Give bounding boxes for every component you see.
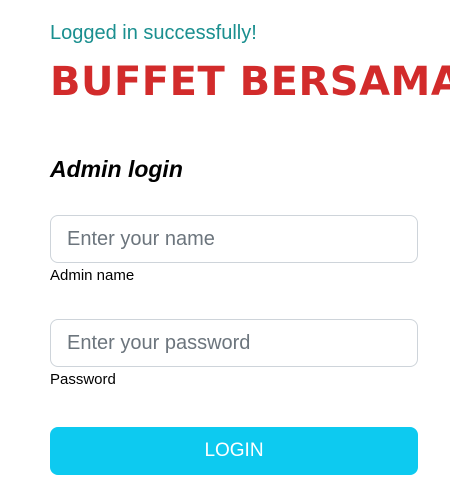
form-title: Admin login: [50, 156, 183, 182]
password-label: Password: [50, 371, 116, 388]
password-input[interactable]: [50, 319, 418, 367]
password-group: Password: [50, 319, 418, 389]
admin-name-input[interactable]: [50, 215, 418, 263]
success-message: Logged in successfully!: [50, 22, 257, 44]
admin-name-group: Admin name: [50, 215, 418, 285]
admin-name-label: Admin name: [50, 267, 135, 284]
login-button[interactable]: LOGIN: [50, 427, 418, 475]
brand-title: BUFFET BERSAMA: [50, 59, 450, 105]
